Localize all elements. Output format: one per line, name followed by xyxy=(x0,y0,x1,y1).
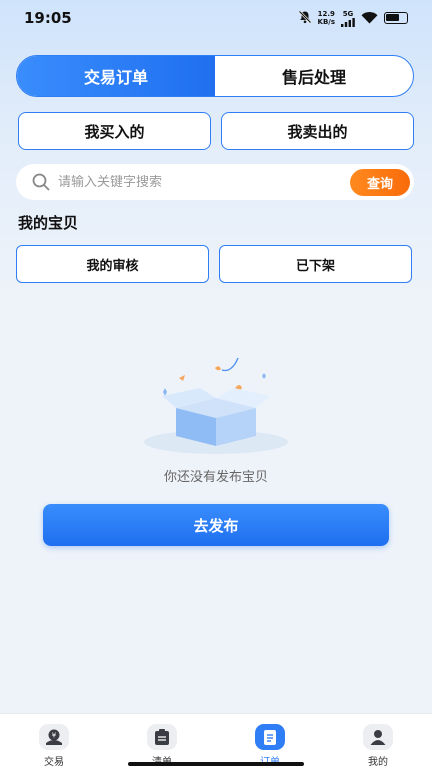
svg-text:¥: ¥ xyxy=(52,732,57,740)
profile-icon xyxy=(363,724,393,750)
tabbar-item-trade[interactable]: ¥ 交易 xyxy=(0,714,108,768)
home-indicator[interactable] xyxy=(128,762,304,766)
publish-button[interactable]: 去发布 xyxy=(43,504,389,546)
search-icon xyxy=(30,171,52,193)
bottom-tabbar: ¥ 交易 清单 订单 我的 xyxy=(0,713,432,768)
bell-off-icon xyxy=(298,9,312,28)
battery-icon xyxy=(384,12,408,24)
tabbar-item-order[interactable]: 订单 xyxy=(216,714,324,768)
order-segment-tabs: 交易订单 售后处理 xyxy=(16,55,414,97)
tabbar-label-trade: 交易 xyxy=(44,757,64,768)
tabbar-item-profile[interactable]: 我的 xyxy=(324,714,432,768)
status-icons: 12.9 KB/s 5G xyxy=(298,9,408,28)
list-icon xyxy=(147,724,177,750)
wifi-icon xyxy=(361,9,378,28)
status-bar: 19:05 12.9 KB/s 5G xyxy=(0,0,432,36)
net-speed: 12.9 KB/s xyxy=(318,10,335,26)
tabbar-label-profile: 我的 xyxy=(368,757,388,768)
tab-trade-orders[interactable]: 交易订单 xyxy=(17,56,215,96)
my-items-row: 我的审核 已下架 xyxy=(16,245,412,283)
bought-button[interactable]: 我买入的 xyxy=(18,112,211,150)
my-review-button[interactable]: 我的审核 xyxy=(16,245,209,283)
search-bar: 查询 xyxy=(16,164,414,200)
search-button[interactable]: 查询 xyxy=(350,169,410,196)
status-time: 19:05 xyxy=(24,9,72,27)
cellular: 5G xyxy=(341,10,355,27)
net-speed-unit: KB/s xyxy=(317,18,335,26)
empty-box-icon xyxy=(138,350,298,460)
sold-button[interactable]: 我卖出的 xyxy=(221,112,414,150)
tabbar-item-list[interactable]: 清单 xyxy=(108,714,216,768)
network-type: 5G xyxy=(342,9,354,18)
empty-message: 你还没有发布宝贝 xyxy=(163,470,268,485)
my-items-title: 我的宝贝 xyxy=(18,214,79,232)
tab-after-sales[interactable]: 售后处理 xyxy=(215,56,413,96)
net-speed-value: 12.9 xyxy=(317,10,335,18)
order-icon xyxy=(255,724,285,750)
order-type-row: 我买入的 我卖出的 xyxy=(18,112,414,150)
trade-icon: ¥ xyxy=(39,724,69,750)
signal-icon xyxy=(341,17,355,27)
offline-button[interactable]: 已下架 xyxy=(219,245,412,283)
